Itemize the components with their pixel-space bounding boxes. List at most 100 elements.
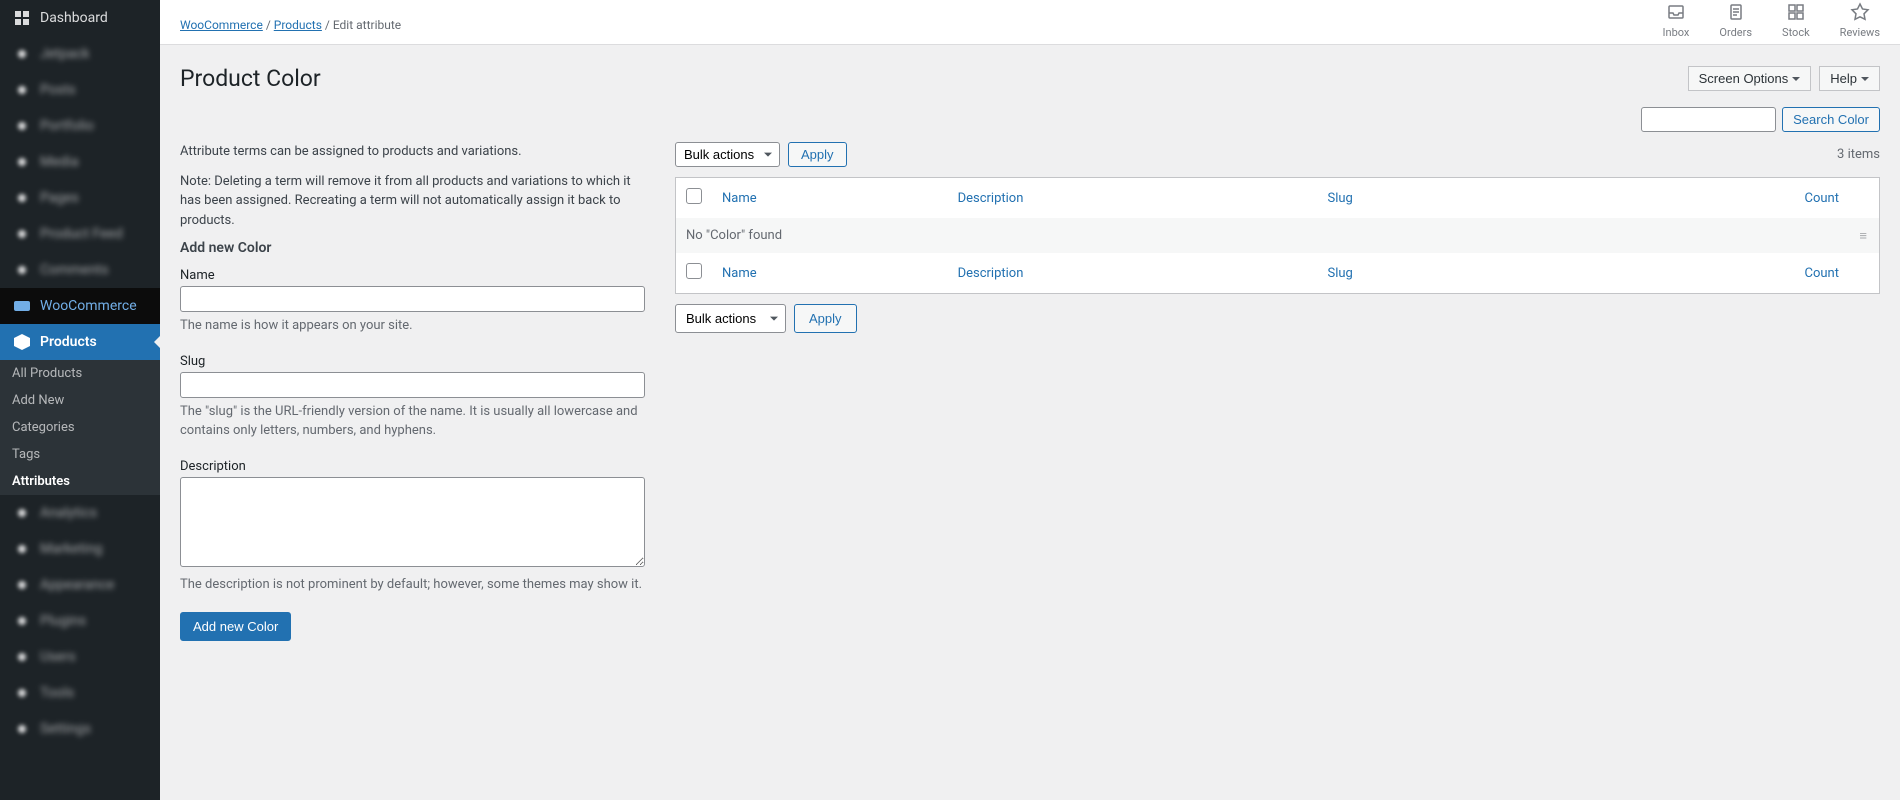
- sidebar-subitem-add-new[interactable]: Add New: [0, 387, 160, 414]
- dashboard-icon: [12, 8, 32, 28]
- users-icon: [12, 647, 32, 667]
- portfolio-icon: [12, 116, 32, 136]
- analytics-icon: [12, 503, 32, 523]
- sidebar-item-products[interactable]: Products: [0, 324, 160, 360]
- sidebar-subitem-attributes[interactable]: Attributes: [0, 468, 160, 495]
- sidebar-item-label: Media: [40, 154, 79, 170]
- sidebar-item-plugins[interactable]: Plugins: [0, 603, 160, 639]
- plugins-icon: [12, 611, 32, 631]
- topbar-orders-button[interactable]: Orders: [1719, 2, 1752, 39]
- search-input[interactable]: [1641, 107, 1776, 132]
- sidebar-subitem-categories[interactable]: Categories: [0, 414, 160, 441]
- terms-table: Name Description Slug Count No "Color" f…: [675, 177, 1880, 294]
- add-heading: Add new Color: [180, 240, 645, 256]
- topbar-icon-label: Inbox: [1663, 26, 1690, 39]
- sidebar-item-label: Appearance: [40, 577, 114, 593]
- add-new-button[interactable]: Add new Color: [180, 612, 291, 641]
- orders-icon: [1726, 2, 1746, 22]
- chevron-down-icon: [1792, 77, 1800, 85]
- sidebar-item-users[interactable]: Users: [0, 639, 160, 675]
- products-icon: [12, 332, 32, 352]
- screen-options-button[interactable]: Screen Options: [1688, 66, 1812, 91]
- appearance-icon: [12, 575, 32, 595]
- breadcrumb-woocommerce[interactable]: WooCommerce: [180, 18, 263, 32]
- select-all-checkbox-top[interactable]: [686, 188, 702, 204]
- reviews-icon: [1850, 2, 1870, 22]
- topbar: WooCommerce / Products / Edit attribute …: [160, 0, 1900, 45]
- drag-handle-icon[interactable]: ≡: [1859, 228, 1869, 244]
- sidebar-item-dashboard[interactable]: Dashboard: [0, 0, 160, 36]
- sidebar-item-label: Marketing: [40, 541, 103, 557]
- bulk-actions-select-bottom[interactable]: Bulk actions: [675, 304, 786, 333]
- sidebar-item-label: Settings: [40, 721, 91, 737]
- woo-icon: [12, 296, 32, 316]
- search-button[interactable]: Search Color: [1782, 107, 1880, 132]
- col-name-foot[interactable]: Name: [722, 266, 757, 281]
- topbar-reviews-button[interactable]: Reviews: [1840, 2, 1880, 39]
- breadcrumb-products[interactable]: Products: [274, 18, 322, 32]
- sidebar-item-settings[interactable]: Settings: [0, 711, 160, 747]
- sidebar-item-label: Posts: [40, 82, 76, 98]
- sidebar-item-media[interactable]: Media: [0, 144, 160, 180]
- stock-icon: [1786, 2, 1806, 22]
- select-all-checkbox-bottom[interactable]: [686, 263, 702, 279]
- topbar-stock-button[interactable]: Stock: [1782, 2, 1810, 39]
- sidebar-item-posts[interactable]: Posts: [0, 72, 160, 108]
- sidebar-item-tools[interactable]: Tools: [0, 675, 160, 711]
- apply-button-top[interactable]: Apply: [788, 142, 847, 167]
- sidebar-item-pages[interactable]: Pages: [0, 180, 160, 216]
- col-slug[interactable]: Slug: [1328, 191, 1353, 206]
- feed-icon: [12, 224, 32, 244]
- topbar-icon-label: Stock: [1782, 26, 1810, 39]
- col-slug-foot[interactable]: Slug: [1328, 266, 1353, 281]
- items-count: 3 items: [1837, 147, 1880, 162]
- description-label: Description: [180, 459, 645, 474]
- sidebar-item-label: Tools: [40, 685, 74, 701]
- chevron-down-icon: [1861, 77, 1869, 85]
- sidebar-item-label: Pages: [40, 190, 79, 206]
- sidebar-item-product-feed[interactable]: Product Feed: [0, 216, 160, 252]
- col-count[interactable]: Count: [1805, 191, 1839, 206]
- topbar-icon-label: Orders: [1719, 26, 1752, 39]
- sidebar-item-label: Users: [40, 649, 76, 665]
- sidebar-item-label: Product Feed: [40, 226, 123, 242]
- sidebar-subitem-tags[interactable]: Tags: [0, 441, 160, 468]
- sidebar-item-appearance[interactable]: Appearance: [0, 567, 160, 603]
- sidebar-item-jetpack[interactable]: Jetpack: [0, 36, 160, 72]
- intro-text: Attribute terms can be assigned to produ…: [180, 142, 645, 162]
- media-icon: [12, 152, 32, 172]
- sidebar-item-comments[interactable]: Comments: [0, 252, 160, 288]
- sidebar-item-analytics[interactable]: Analytics: [0, 495, 160, 531]
- sidebar-item-label: WooCommerce: [40, 298, 137, 314]
- slug-input[interactable]: [180, 372, 645, 398]
- sidebar-item-woocommerce[interactable]: WooCommerce: [0, 288, 160, 324]
- sidebar-subitem-all-products[interactable]: All Products: [0, 360, 160, 387]
- name-hint: The name is how it appears on your site.: [180, 316, 645, 336]
- description-input[interactable]: [180, 477, 645, 567]
- jetpack-icon: [12, 44, 32, 64]
- help-button[interactable]: Help: [1819, 66, 1880, 91]
- pages-icon: [12, 188, 32, 208]
- tools-icon: [12, 683, 32, 703]
- slug-hint: The "slug" is the URL-friendly version o…: [180, 402, 645, 441]
- col-description-foot[interactable]: Description: [958, 266, 1024, 281]
- page-title: Product Color: [180, 65, 321, 92]
- col-description[interactable]: Description: [958, 191, 1024, 206]
- sidebar-item-label: Plugins: [40, 613, 86, 629]
- pin-icon: [12, 80, 32, 100]
- sidebar-item-label: Dashboard: [40, 10, 108, 26]
- bulk-actions-select-top[interactable]: Bulk actions: [675, 142, 780, 167]
- col-count-foot[interactable]: Count: [1805, 266, 1839, 281]
- sidebar-item-label: Portfolio: [40, 118, 94, 134]
- sidebar-item-portfolio[interactable]: Portfolio: [0, 108, 160, 144]
- inbox-icon: [1666, 2, 1686, 22]
- topbar-inbox-button[interactable]: Inbox: [1663, 2, 1690, 39]
- comments-icon: [12, 260, 32, 280]
- sidebar-item-marketing[interactable]: Marketing: [0, 531, 160, 567]
- col-name[interactable]: Name: [722, 191, 757, 206]
- sidebar-item-label: Jetpack: [40, 46, 90, 62]
- description-hint: The description is not prominent by defa…: [180, 575, 645, 595]
- name-input[interactable]: [180, 286, 645, 312]
- apply-button-bottom[interactable]: Apply: [794, 304, 857, 333]
- slug-label: Slug: [180, 354, 645, 369]
